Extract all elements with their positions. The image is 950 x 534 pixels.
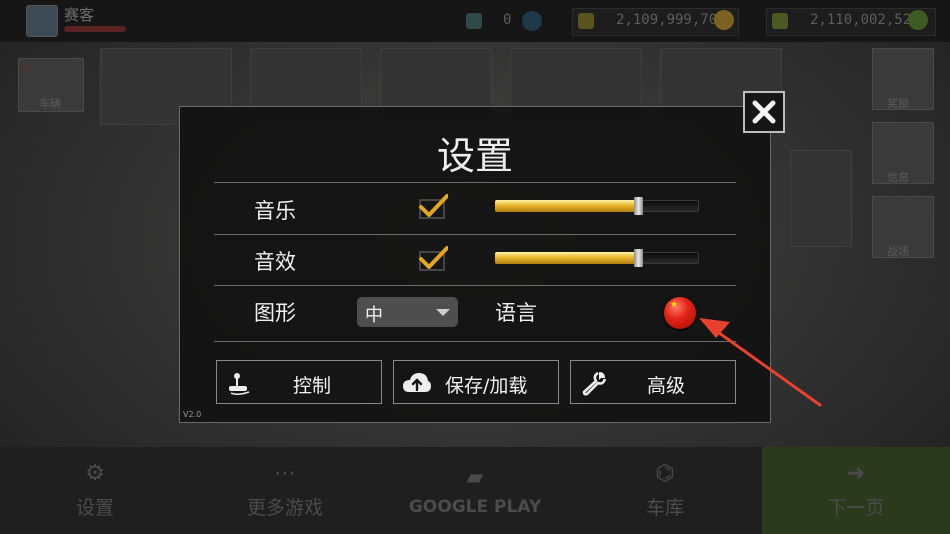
save-load-button[interactable]: 保存/加载 xyxy=(393,360,559,404)
gear-icon: ⚙ xyxy=(85,461,105,486)
stat-value: 0 xyxy=(503,12,512,28)
flag-star-icon: ★ xyxy=(670,300,679,310)
slider-thumb[interactable] xyxy=(634,197,643,215)
controls-button[interactable]: 控制 xyxy=(216,360,382,404)
save-load-button-label: 保存/加载 xyxy=(445,375,528,397)
wrench-icon xyxy=(582,371,607,396)
nav-garage-label: 车库 xyxy=(645,497,684,519)
music-volume-slider[interactable] xyxy=(495,197,699,215)
close-icon xyxy=(752,100,776,124)
joystick-icon xyxy=(229,373,250,396)
motorcycle-icon: ⌬ xyxy=(655,461,675,486)
arrow-right-icon: ➜ xyxy=(846,461,866,486)
rewards-card[interactable]: 奖励 xyxy=(872,48,934,110)
slider-thumb[interactable] xyxy=(634,249,643,267)
divider xyxy=(214,234,736,235)
battle-label: 战场 xyxy=(887,245,909,258)
close-button[interactable] xyxy=(743,91,785,133)
gold-coin-icon xyxy=(714,10,734,30)
nav-google-play-label: GOOGLE PLAY xyxy=(408,496,542,517)
add-cash-icon[interactable] xyxy=(772,13,788,29)
nav-more-games-label: 更多游戏 xyxy=(246,497,323,519)
battle-card[interactable]: 战场 xyxy=(872,196,934,258)
music-label: 音乐 xyxy=(254,199,296,223)
currency-1-value: 2,109,999,701 xyxy=(616,12,726,28)
graphics-label: 图形 xyxy=(254,301,296,325)
nav-next-page[interactable]: ➜ 下一页 xyxy=(762,447,950,534)
vehicles-count: 3 xyxy=(23,61,30,74)
slider-fill xyxy=(495,252,638,264)
advanced-button[interactable]: 高级 xyxy=(570,360,736,404)
info-label: 信息 xyxy=(887,171,909,184)
divider xyxy=(214,341,736,342)
divider xyxy=(214,285,736,286)
graphics-quality-value: 中 xyxy=(365,305,383,326)
music-checkbox[interactable] xyxy=(418,193,448,219)
top-bar: 赛客 0 2,109,999,701 2,110,002,527 xyxy=(0,0,950,42)
sfx-checkbox[interactable] xyxy=(418,245,448,271)
add-stat-icon[interactable] xyxy=(522,11,542,31)
sfx-label: 音效 xyxy=(254,250,296,274)
controls-button-label: 控制 xyxy=(293,375,332,397)
add-currency-icon[interactable] xyxy=(578,13,594,29)
info-card[interactable]: 信息 xyxy=(872,122,934,184)
china-flag-icon[interactable]: ★ xyxy=(664,297,696,329)
gamepad-icon: ▰ xyxy=(466,464,484,490)
nav-garage[interactable]: ⌬ 车库 xyxy=(605,447,725,534)
language-label: 语言 xyxy=(495,301,537,325)
trophy-icon xyxy=(466,13,482,29)
bottom-nav: ⚙ 设置 ⋯ 更多游戏 ▰ GOOGLE PLAY ⌬ 车库 ➜ 下一页 xyxy=(0,447,950,534)
slider-fill xyxy=(495,200,638,212)
player-level-bar xyxy=(64,26,126,32)
sfx-volume-slider[interactable] xyxy=(495,249,699,267)
cash-coin-icon xyxy=(908,10,928,30)
more-icon: ⋯ xyxy=(274,461,296,486)
nav-settings[interactable]: ⚙ 设置 xyxy=(35,447,155,534)
vehicles-card[interactable]: 3 车辆 xyxy=(18,58,84,112)
chevron-down-icon xyxy=(436,309,450,316)
vehicles-label: 车辆 xyxy=(39,97,61,110)
version-label: V2.0 xyxy=(183,410,202,419)
divider xyxy=(214,182,736,183)
player-avatar[interactable] xyxy=(26,5,58,37)
player-name: 赛客 xyxy=(64,6,95,24)
background-window xyxy=(790,150,852,247)
graphics-quality-select[interactable]: 中 xyxy=(357,297,458,327)
currency-2-value: 2,110,002,527 xyxy=(810,12,920,28)
cloud-upload-icon xyxy=(403,373,431,392)
dialog-title: 设置 xyxy=(436,134,513,178)
nav-more-games[interactable]: ⋯ 更多游戏 xyxy=(215,447,355,534)
nav-google-play[interactable]: ▰ GOOGLE PLAY xyxy=(405,447,545,534)
advanced-button-label: 高级 xyxy=(647,375,686,397)
nav-settings-label: 设置 xyxy=(75,497,114,519)
rewards-label: 奖励 xyxy=(887,97,909,110)
settings-dialog: 设置 音乐 音效 图形 中 语言 ★ 控制 保存/加载 高级 V2.0 xyxy=(179,106,771,423)
nav-next-label: 下一页 xyxy=(827,497,885,519)
